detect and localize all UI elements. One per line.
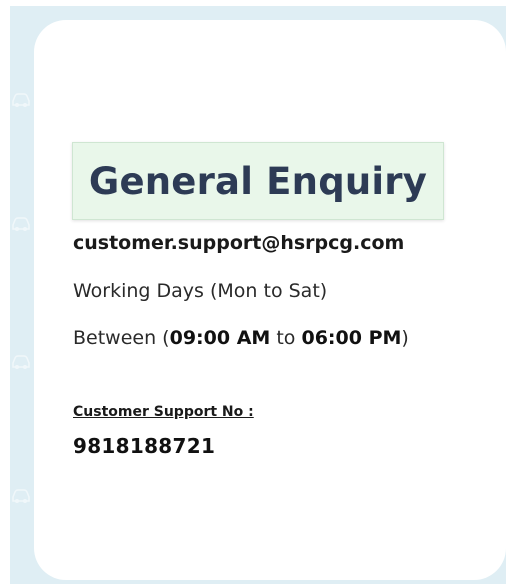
hours-end: 06:00 PM	[301, 327, 402, 349]
working-days-text: Working Days (Mon to Sat)	[73, 280, 328, 302]
support-number-label: Customer Support No :	[73, 404, 254, 420]
car-icon	[12, 489, 30, 503]
title-banner: General Enquiry	[72, 142, 444, 220]
working-hours-text: Between (09:00 AM to 06:00 PM)	[73, 327, 409, 349]
car-icon	[12, 217, 30, 231]
support-email[interactable]: customer.support@hsrpcg.com	[73, 232, 404, 254]
hours-start: 09:00 AM	[169, 327, 271, 349]
hours-prefix: Between (	[73, 327, 170, 349]
hours-middle: to	[270, 327, 302, 349]
car-icon	[12, 93, 30, 107]
car-icon	[12, 355, 30, 369]
page-title: General Enquiry	[88, 159, 428, 203]
support-phone-number[interactable]: 9818188721	[73, 434, 215, 458]
hours-suffix: )	[401, 327, 409, 349]
